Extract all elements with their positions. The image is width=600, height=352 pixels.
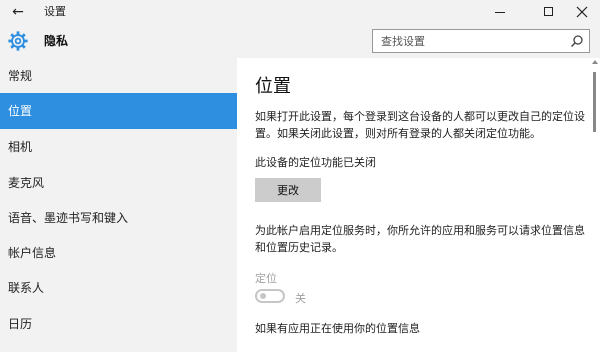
maximize-icon — [543, 7, 553, 16]
sidebar-item-account-info[interactable]: 帐户信息 — [0, 235, 237, 271]
scrollbar[interactable] — [590, 58, 600, 352]
device-status-text: 此设备的定位功能已关闭 — [255, 156, 376, 169]
page-title: 隐私 — [44, 34, 69, 48]
location-toggle-label: 定位 — [255, 272, 277, 285]
page-header: 隐私 — [0, 24, 600, 58]
search-input[interactable] — [373, 30, 563, 52]
sidebar-item-location[interactable]: 位置 — [0, 93, 237, 129]
sidebar: 常规 位置 相机 麦克风 语音、墨迹书写和键入 帐户信息 联系人 日历 — [0, 58, 237, 352]
sidebar-item-calendar[interactable]: 日历 — [0, 306, 237, 342]
sidebar-item-speech-inking[interactable]: 语音、墨迹书写和键入 — [0, 200, 237, 236]
close-button[interactable] — [562, 0, 600, 24]
search-box[interactable] — [372, 29, 590, 53]
change-button[interactable]: 更改 — [255, 178, 321, 202]
intro-text: 如果打开此设置，每个登录到这台设备的人都可以更改自己的定位设置。如果关闭此设置，… — [255, 110, 585, 140]
section-heading: 位置 — [255, 76, 291, 97]
app-usage-text: 如果有应用正在使用你的位置信息 — [255, 322, 420, 335]
gear-icon — [8, 31, 28, 51]
sidebar-item-contacts[interactable]: 联系人 — [0, 270, 237, 306]
toggle-knob — [260, 293, 266, 299]
search-icon[interactable] — [570, 34, 584, 48]
minimize-icon — [495, 12, 505, 13]
title-bar: ← 设置 — [0, 0, 600, 24]
scroll-thumb[interactable] — [593, 72, 596, 132]
back-arrow-icon[interactable]: ← — [6, 0, 30, 24]
location-toggle[interactable] — [255, 289, 285, 303]
service-description: 为此帐户启用定位服务时，你所允许的应用和服务可以请求位置信息和位置历史记录。 — [255, 224, 585, 254]
sidebar-item-camera[interactable]: 相机 — [0, 129, 237, 165]
minimize-button[interactable] — [480, 0, 520, 24]
scroll-up-icon[interactable] — [592, 60, 598, 64]
sidebar-item-general[interactable]: 常规 — [0, 58, 237, 94]
sidebar-item-microphone[interactable]: 麦克风 — [0, 165, 237, 201]
toggle-state-label: 关 — [295, 292, 306, 305]
window-title: 设置 — [44, 5, 66, 18]
content-pane — [237, 58, 600, 352]
close-icon — [576, 6, 588, 18]
